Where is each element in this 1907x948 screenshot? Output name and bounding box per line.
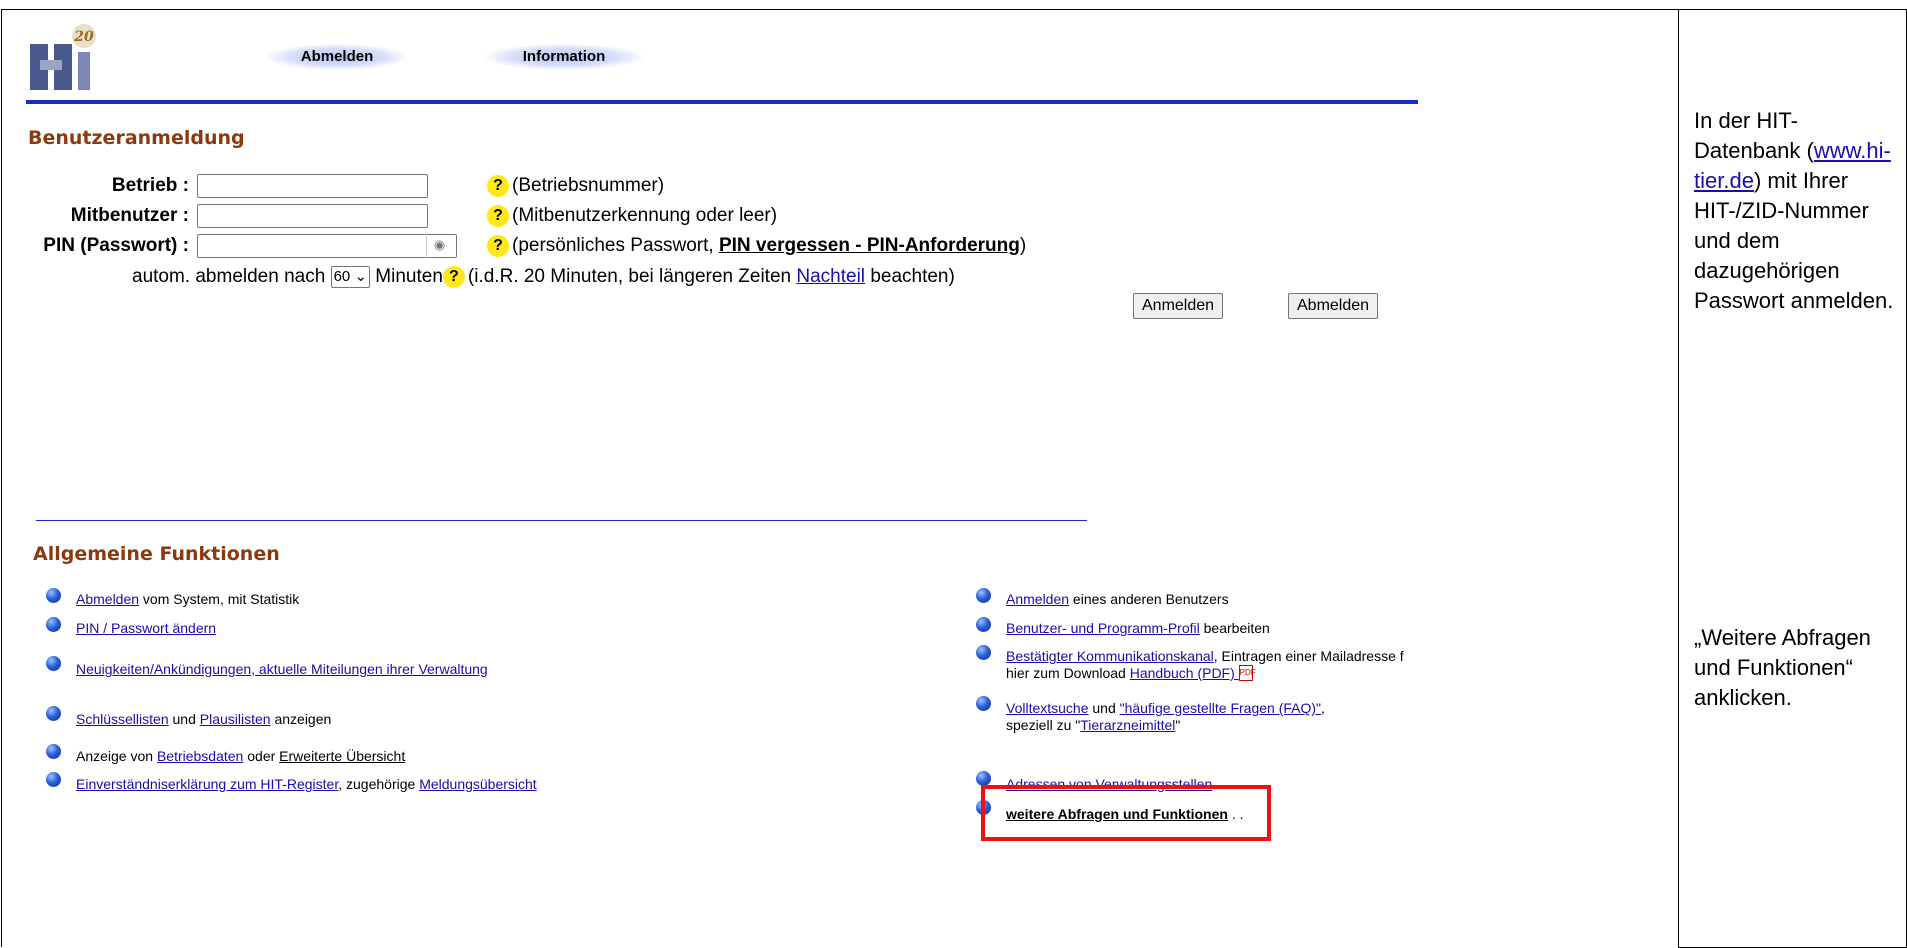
- item-text: hier zum Download: [1006, 665, 1130, 681]
- help-icon[interactable]: ?: [487, 175, 509, 197]
- section-divider: [36, 520, 1087, 521]
- item-text: vom System, mit Statistik: [139, 591, 300, 607]
- bullet-icon: [976, 771, 991, 786]
- help-icon[interactable]: ?: [442, 266, 465, 288]
- nachteil-link[interactable]: Nachteil: [796, 266, 865, 287]
- pin-change-link[interactable]: PIN / Passwort ändern: [76, 620, 216, 636]
- bullet-icon: [46, 656, 61, 671]
- bullet-icon: [46, 744, 61, 759]
- kommunikationskanal-link[interactable]: Bestätigter Kommunikationskanal: [1006, 648, 1214, 664]
- nav-information-button[interactable]: Information: [484, 44, 644, 70]
- timeout-select[interactable]: 60 ⌄: [330, 266, 371, 288]
- timeout-unit: Minuten: [375, 266, 443, 288]
- anmelden-other-link[interactable]: Anmelden: [1006, 591, 1069, 607]
- main-panel: [1, 9, 1679, 947]
- help-icon[interactable]: ?: [487, 205, 509, 227]
- einverstaendnis-link[interactable]: Einverständniserklärung zum HIT-Register: [76, 776, 338, 792]
- timeout-help-text: (i.d.R. 20 Minuten, bei längeren Zeiten: [467, 266, 792, 288]
- login-section-title: Benutzeranmeldung: [28, 127, 245, 149]
- list-item: Anzeige von Betriebsdaten oder Erweitert…: [76, 748, 405, 765]
- instruction-text-2: „Weitere Abfragen und Funktionen“ anklic…: [1694, 625, 1871, 710]
- item-text: eines anderen Benutzers: [1069, 591, 1229, 607]
- handbuch-link[interactable]: Handbuch (PDF): [1130, 665, 1239, 681]
- plausilisten-link[interactable]: Plausilisten: [200, 711, 271, 727]
- news-link[interactable]: Neuigkeiten/Ankündigungen, aktuelle Mite…: [76, 661, 488, 677]
- bullet-icon: [976, 645, 991, 660]
- bullet-icon: [976, 588, 991, 603]
- bullet-icon: [976, 696, 991, 711]
- mitbenutzer-label: Mitbenutzer :: [70, 205, 189, 226]
- pin-help-close: ): [1019, 235, 1027, 257]
- list-item: Neuigkeiten/Ankündigungen, aktuelle Mite…: [76, 661, 488, 678]
- mitbenutzer-help: ? (Mitbenutzerkennung oder leer): [487, 205, 777, 227]
- list-item: Abmelden vom System, mit Statistik: [76, 591, 299, 608]
- list-item: PIN / Passwort ändern: [76, 620, 216, 637]
- list-item: Schlüssellisten und Plausilisten anzeige…: [76, 711, 331, 728]
- betriebsdaten-link[interactable]: Betriebsdaten: [157, 748, 243, 764]
- help-icon[interactable]: ?: [487, 235, 509, 257]
- list-item: Anmelden eines anderen Benutzers: [1006, 591, 1229, 608]
- item-text: Anzeige von: [76, 748, 157, 764]
- profil-link[interactable]: Benutzer- und Programm-Profil: [1006, 620, 1200, 636]
- list-item: Volltextsuche und "häufige gestellte Fra…: [1006, 700, 1325, 734]
- item-text: speziell zu ": [1006, 717, 1081, 733]
- timeout-label: autom. abmelden nach: [132, 266, 326, 288]
- list-item: Benutzer- und Programm-Profil bearbeiten: [1006, 620, 1270, 637]
- pin-help-text: (persönliches Passwort,: [512, 235, 714, 257]
- item-text: , Eintragen einer Mailadresse f: [1213, 648, 1404, 664]
- highlight-box: [981, 785, 1271, 841]
- svg-text:20: 20: [73, 29, 94, 45]
- betrieb-help: ? (Betriebsnummer): [487, 175, 664, 197]
- item-text: , zugehörige: [338, 776, 420, 792]
- faq-link[interactable]: "häufige gestellte Fragen (FAQ)": [1120, 700, 1321, 716]
- eye-icon[interactable]: ◉: [426, 234, 452, 258]
- hit-logo: 20: [26, 22, 102, 94]
- timeout-help-post: beachten): [870, 266, 955, 288]
- volltextsuche-link[interactable]: Volltextsuche: [1006, 700, 1089, 716]
- chevron-down-icon: ⌄: [354, 268, 368, 285]
- bullet-icon: [46, 706, 61, 721]
- functions-section-title: Allgemeine Funktionen: [33, 543, 280, 565]
- list-item: Bestätigter Kommunikationskanal, Eintrag…: [1006, 648, 1449, 682]
- item-text: oder: [243, 748, 280, 764]
- item-text: bearbeiten: [1199, 620, 1270, 636]
- login-button[interactable]: Anmelden: [1133, 293, 1224, 319]
- bullet-icon: [976, 617, 991, 632]
- instruction-text-1: In der HIT-Datenbank (www.hi-tier.de) mi…: [1694, 106, 1899, 316]
- schluessellisten-link[interactable]: Schlüssellisten: [76, 711, 169, 727]
- nav-logout-button[interactable]: Abmelden: [266, 44, 408, 70]
- abmelden-link[interactable]: Abmelden: [76, 591, 139, 607]
- bullet-icon: [46, 617, 61, 632]
- instruction-text: In der HIT-Datenbank (: [1694, 108, 1814, 163]
- pin-forgot-link[interactable]: PIN vergessen - PIN-Anforderung: [719, 235, 1020, 256]
- tierarzneimittel-link[interactable]: Tierarzneimittel: [1080, 717, 1175, 733]
- betrieb-help-text: (Betriebsnummer): [512, 175, 665, 197]
- item-text: und: [1088, 700, 1120, 716]
- mitbenutzer-help-text: (Mitbenutzerkennung oder leer): [512, 205, 778, 227]
- meldungsuebersicht-link[interactable]: Meldungsübersicht: [419, 776, 537, 792]
- betrieb-input[interactable]: [197, 174, 428, 198]
- item-text: anzeigen: [270, 711, 332, 727]
- header-divider: [26, 100, 1418, 104]
- bullet-icon: [46, 772, 61, 787]
- pdf-icon[interactable]: PDF: [1238, 665, 1256, 681]
- mitbenutzer-input[interactable]: [197, 204, 428, 228]
- item-text: und: [168, 711, 200, 727]
- list-item: Einverständniserklärung zum HIT-Register…: [76, 776, 537, 793]
- item-text: ,: [1321, 700, 1325, 716]
- logout-button[interactable]: Abmelden: [1288, 293, 1379, 319]
- timeout-row: autom. abmelden nach 60 ⌄ Minuten? (i.d.R…: [132, 266, 955, 288]
- pin-input[interactable]: [197, 234, 457, 258]
- erweiterte-uebersicht-link[interactable]: Erweiterte Übersicht: [279, 748, 405, 764]
- pin-label: PIN (Passwort) :: [43, 235, 189, 256]
- pin-help: ? (persönliches Passwort, PIN vergessen -…: [487, 235, 1026, 257]
- item-text: ": [1175, 717, 1181, 733]
- timeout-value: 60: [333, 268, 351, 285]
- betrieb-label: Betrieb :: [111, 175, 189, 196]
- bullet-icon: [46, 588, 61, 603]
